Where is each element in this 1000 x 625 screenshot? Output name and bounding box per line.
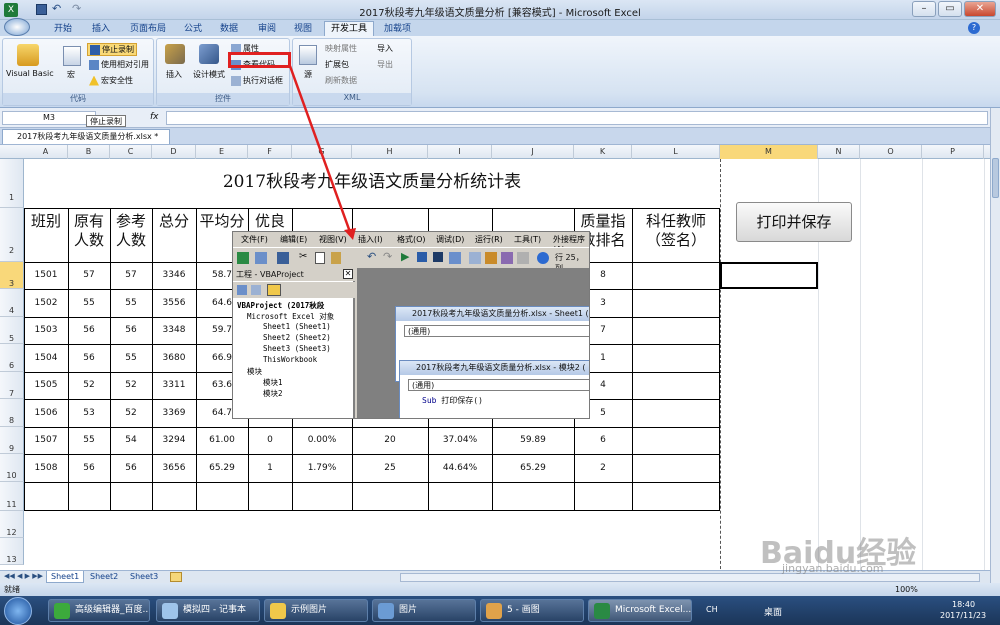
arrow-line [288,65,352,233]
arrow-head [344,228,356,240]
baidu-watermark-url: jingyan.baidu.com [782,562,884,575]
